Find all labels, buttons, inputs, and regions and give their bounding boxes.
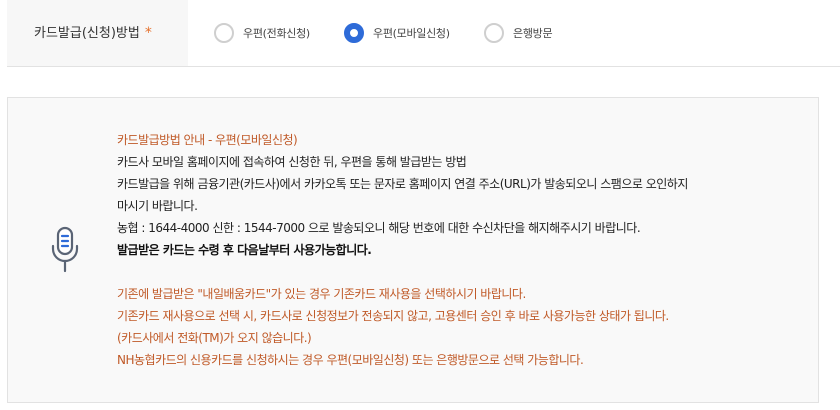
notice-line: 기존에 발급받은 "내일배움카드"가 있는 경우 기존카드 재사용을 선택하시기… — [117, 287, 526, 301]
radio-label-postal-mobile[interactable]: 우편(모바일신청) — [373, 25, 450, 41]
radio-button-postal-phone[interactable] — [214, 23, 234, 43]
notice-line: 기존카드 재사용으로 선택 시, 카드사로 신청정보가 전송되지 않고, 고용센… — [117, 309, 669, 323]
notice-line: (카드사에서 전화(TM)가 오지 않습니다.) — [117, 331, 312, 345]
info-bold-line: 발급받은 카드는 수령 후 다음날부터 사용가능합니다. — [117, 243, 372, 257]
card-issue-method-label-text: 카드발급(신청)방법 — [34, 26, 140, 41]
info-line: 마시기 바랍니다. — [117, 199, 198, 213]
radio-postal-mobile[interactable]: 우편(모바일신청) — [344, 20, 450, 46]
radio-label-bank-visit[interactable]: 은행방문 — [513, 25, 553, 41]
radio-button-bank-visit[interactable] — [484, 23, 504, 43]
radio-button-postal-mobile[interactable] — [344, 23, 364, 43]
info-box: 카드발급방법 안내 - 우편(모바일신청) 카드사 모바일 홈페이지에 접속하여… — [7, 97, 819, 403]
info-line: 카드사 모바일 홈페이지에 접속하여 신청한 뒤, 우편을 통해 발급받는 방법 — [117, 155, 467, 169]
card-issue-method-label: 카드발급(신청)방법 * — [7, 0, 188, 66]
radio-postal-phone[interactable]: 우편(전화신청) — [214, 20, 310, 46]
card-issue-method-row: 카드발급(신청)방법 * 우편(전화신청) 우편(모바일신청) 은행방문 — [7, 0, 840, 67]
info-heading: 카드발급방법 안내 - 우편(모바일신청) — [117, 133, 298, 147]
required-mark: * — [144, 25, 152, 41]
microphone-icon — [51, 226, 79, 273]
radio-bank-visit[interactable]: 은행방문 — [484, 20, 553, 46]
info-line: 카드발급을 위해 금융기관(카드사)에서 카카오톡 또는 문자로 홈페이지 연결… — [117, 177, 688, 191]
info-line: 농협 : 1644-4000 신한 : 1544-7000 으로 발송되오니 해… — [117, 221, 641, 235]
radio-label-postal-phone[interactable]: 우편(전화신청) — [243, 25, 310, 41]
info-content: 카드발급방법 안내 - 우편(모바일신청) 카드사 모바일 홈페이지에 접속하여… — [117, 129, 817, 371]
notice-line: NH농협카드의 신용카드를 신청하시는 경우 우편(모바일신청) 또는 은행방문… — [117, 353, 584, 367]
